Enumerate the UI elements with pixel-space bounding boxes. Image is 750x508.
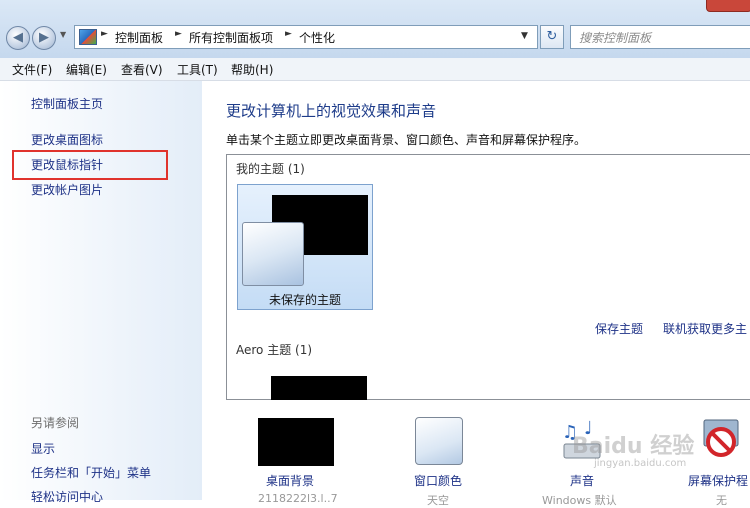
breadcrumb-all-items[interactable]: 所有控制面板项 <box>189 29 273 46</box>
address-bar[interactable]: ► 控制面板 ► 所有控制面板项 ► 个性化 ▼ <box>74 25 538 49</box>
unsaved-theme-label: 未保存的主题 <box>268 293 341 307</box>
menu-help[interactable]: 帮助(H) <box>231 61 273 78</box>
sound-value: Windows 默认 <box>542 494 617 507</box>
my-themes-heading: 我的主题 (1) <box>236 162 305 176</box>
screensaver-value: 无 <box>716 494 727 507</box>
baidu-watermark: Baidu 经验 <box>572 434 695 459</box>
forward-arrow-icon[interactable]: ▶ <box>32 26 56 50</box>
search-input[interactable]: 搜索控制面板 <box>570 25 750 49</box>
change-account-picture-link[interactable]: 更改帐户图片 <box>31 181 103 198</box>
change-desktop-icons-link[interactable]: 更改桌面图标 <box>31 131 103 148</box>
save-theme-link[interactable]: 保存主题 <box>595 320 643 337</box>
control-panel-icon <box>79 29 97 45</box>
breadcrumb-control-panel[interactable]: 控制面板 <box>115 29 163 46</box>
sound-link[interactable]: 声音 <box>570 472 594 489</box>
display-link[interactable]: 显示 <box>31 440 55 457</box>
window-color-icon[interactable] <box>415 417 463 465</box>
menu-edit[interactable]: 编辑(E) <box>66 61 107 78</box>
window-color-value: 天空 <box>427 494 449 507</box>
desktop-background-thumbnail[interactable] <box>258 418 334 466</box>
baidu-watermark-url: jingyan.baidu.com <box>594 458 687 469</box>
highlight-box <box>12 150 168 180</box>
menu-view[interactable]: 查看(V) <box>121 61 163 78</box>
breadcrumb-separator-icon[interactable]: ► <box>101 29 108 39</box>
aero-themes-heading: Aero 主题 (1) <box>236 343 313 357</box>
screensaver-link[interactable]: 屏幕保护程 <box>688 472 748 489</box>
back-arrow-icon[interactable]: ◀ <box>6 26 30 50</box>
menu-tools[interactable]: 工具(T) <box>177 61 218 78</box>
taskbar-start-menu-link[interactable]: 任务栏和「开始」菜单 <box>31 464 151 481</box>
menu-file[interactable]: 文件(F) <box>12 61 52 78</box>
page-subtitle: 单击某个主题立即更改桌面背景、窗口颜色、声音和屏幕保护程序。 <box>226 133 587 147</box>
menu-bar: 文件(F) 编辑(E) 查看(V) 工具(T) 帮助(H) <box>0 58 750 81</box>
search-placeholder: 搜索控制面板 <box>579 31 652 45</box>
breadcrumb-separator-icon[interactable]: ► <box>285 29 292 39</box>
refresh-icon[interactable]: ↻ <box>540 25 564 49</box>
breadcrumb-personalization[interactable]: 个性化 <box>299 29 335 46</box>
page-title: 更改计算机上的视觉效果和声音 <box>226 102 437 120</box>
breadcrumb-separator-icon[interactable]: ► <box>175 29 182 39</box>
recent-pages-chevron-icon[interactable]: ▼ <box>60 30 66 39</box>
desktop-background-value: 2118222l3.l..7 <box>258 492 338 505</box>
see-also-heading: 另请参阅 <box>31 416 80 430</box>
ease-of-access-link[interactable]: 轻松访问中心 <box>31 488 103 505</box>
theme-list[interactable]: 我的主题 (1) 未保存的主题 保存主题 联机获取更多主 Aero 主题 (1) <box>226 154 750 400</box>
window-close-button[interactable] <box>706 0 750 12</box>
desktop-background-link[interactable]: 桌面背景 <box>266 472 314 489</box>
get-more-themes-link[interactable]: 联机获取更多主 <box>663 320 747 337</box>
control-panel-home-link[interactable]: 控制面板主页 <box>31 95 103 112</box>
address-dropdown-icon[interactable]: ▼ <box>521 31 528 41</box>
window-color-link[interactable]: 窗口颜色 <box>414 472 462 489</box>
unsaved-theme-tile[interactable]: 未保存的主题 <box>237 184 373 310</box>
aero-theme-preview[interactable] <box>271 376 367 400</box>
theme-window-preview <box>242 222 304 286</box>
screensaver-icon[interactable] <box>700 418 742 464</box>
